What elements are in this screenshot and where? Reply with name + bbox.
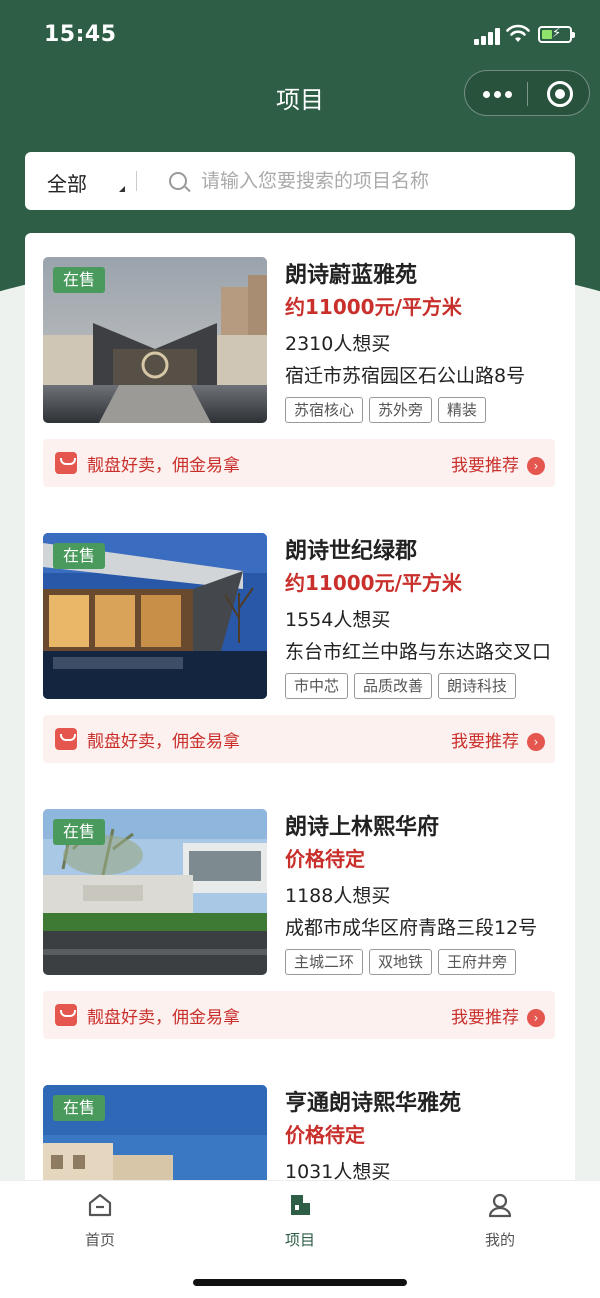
search-bar: 全部	[25, 152, 575, 210]
status-badge: 在售	[53, 1095, 106, 1121]
project-price: 约11000元/平方米	[285, 295, 462, 319]
tab-home[interactable]: 首页	[40, 1191, 160, 1250]
project-card[interactable]: 在售 朗诗世纪绿郡 约11000元/平方米 1554人想买 东台市红兰中路与东达…	[25, 509, 575, 785]
project-title: 朗诗蔚蓝雅苑	[285, 263, 418, 288]
project-title: 朗诗世纪绿郡	[285, 539, 418, 564]
project-tags: 主城二环 双地铁 王府井旁	[285, 949, 522, 975]
miniapp-capsule	[464, 70, 590, 116]
project-price: 约11000元/平方米	[285, 571, 462, 595]
home-icon	[88, 1193, 112, 1217]
project-tag: 主城二环	[285, 949, 364, 975]
arrow-right-icon: ›	[527, 733, 545, 751]
project-photo[interactable]: 在售	[43, 809, 267, 975]
promo-text: 靓盘好卖，佣金易拿	[87, 1008, 240, 1028]
project-tag: 品质改善	[354, 673, 433, 699]
building-icon	[291, 1195, 310, 1215]
arrow-right-icon: ›	[527, 457, 545, 475]
promo-bar[interactable]: 靓盘好卖，佣金易拿 我要推荐 ›	[43, 991, 555, 1039]
project-tag: 苏宿核心	[285, 397, 364, 423]
project-card[interactable]: 在售 亨通朗诗熙华雅苑 价格待定 1031人想买	[25, 1061, 575, 1193]
recommend-link[interactable]: 我要推荐 ›	[451, 451, 545, 476]
signal-icon	[474, 27, 500, 45]
capsule-divider	[527, 82, 528, 106]
close-miniapp-icon[interactable]	[547, 81, 573, 107]
recommend-label: 我要推荐	[451, 732, 519, 752]
project-photo[interactable]: 在售	[43, 533, 267, 699]
recommend-label: 我要推荐	[451, 456, 519, 476]
status-badge: 在售	[53, 819, 106, 845]
red-envelope-icon	[55, 728, 77, 750]
project-price: 价格待定	[285, 847, 365, 871]
user-icon	[488, 1193, 512, 1218]
promo-text: 靓盘好卖，佣金易拿	[87, 456, 240, 476]
recommend-link[interactable]: 我要推荐 ›	[451, 1003, 545, 1028]
project-tag: 朗诗科技	[438, 673, 517, 699]
project-price: 价格待定	[285, 1123, 365, 1147]
arrow-right-icon: ›	[527, 1009, 545, 1027]
wifi-icon	[506, 24, 530, 42]
project-card[interactable]: 在售 朗诗上林熙华府 价格待定 1188人想买 成都市成华区府青路三段12号 主…	[25, 785, 575, 1061]
project-tags: 苏宿核心 苏外旁 精装	[285, 397, 492, 423]
more-icon[interactable]	[483, 91, 516, 98]
project-address: 宿迁市苏宿园区石公山路8号	[285, 365, 526, 387]
tab-mine[interactable]: 我的	[440, 1191, 560, 1250]
red-envelope-icon	[55, 1004, 77, 1026]
interest-count: 1554人想买	[285, 609, 391, 631]
status-badge: 在售	[53, 267, 106, 293]
project-tag: 双地铁	[369, 949, 433, 975]
project-tag: 市中芯	[285, 673, 349, 699]
project-title: 朗诗上林熙华府	[285, 815, 440, 840]
home-indicator[interactable]	[193, 1279, 407, 1286]
project-tag: 苏外旁	[369, 397, 433, 423]
project-photo[interactable]: 在售	[43, 257, 267, 423]
tab-projects[interactable]: 项目	[240, 1191, 360, 1250]
project-title: 亨通朗诗熙华雅苑	[285, 1091, 462, 1116]
filter-dropdown[interactable]: 全部	[47, 168, 87, 197]
promo-bar[interactable]: 靓盘好卖，佣金易拿 我要推荐 ›	[43, 715, 555, 763]
status-time: 15:45	[44, 22, 117, 47]
caret-icon	[119, 186, 125, 192]
battery-icon: ⚡	[538, 26, 575, 43]
search-divider	[136, 171, 137, 191]
project-address: 东台市红兰中路与东达路交叉口	[285, 641, 552, 663]
project-tag: 王府井旁	[438, 949, 517, 975]
promo-text: 靓盘好卖，佣金易拿	[87, 732, 240, 752]
search-input[interactable]	[201, 166, 551, 196]
recommend-label: 我要推荐	[451, 1008, 519, 1028]
interest-count: 2310人想买	[285, 333, 391, 355]
tab-label: 我的	[484, 1231, 515, 1249]
search-icon	[169, 172, 187, 190]
promo-bar[interactable]: 靓盘好卖，佣金易拿 我要推荐 ›	[43, 439, 555, 487]
tab-label: 首页	[84, 1231, 115, 1249]
project-tags: 市中芯 品质改善 朗诗科技	[285, 673, 522, 699]
interest-count: 1188人想买	[285, 885, 391, 907]
project-tag: 精装	[438, 397, 487, 423]
tab-label: 项目	[284, 1231, 315, 1249]
project-photo[interactable]: 在售	[43, 1085, 267, 1193]
recommend-link[interactable]: 我要推荐 ›	[451, 727, 545, 752]
status-badge: 在售	[53, 543, 106, 569]
status-bar: 15:45 ⚡	[0, 0, 600, 70]
red-envelope-icon	[55, 452, 77, 474]
project-address: 成都市成华区府青路三段12号	[285, 917, 538, 939]
project-list: 在售 朗诗蔚蓝雅苑 约11000元/平方米 2310人想买 宿迁市苏宿园区石公山…	[25, 233, 575, 1193]
project-card[interactable]: 在售 朗诗蔚蓝雅苑 约11000元/平方米 2310人想买 宿迁市苏宿园区石公山…	[25, 233, 575, 509]
